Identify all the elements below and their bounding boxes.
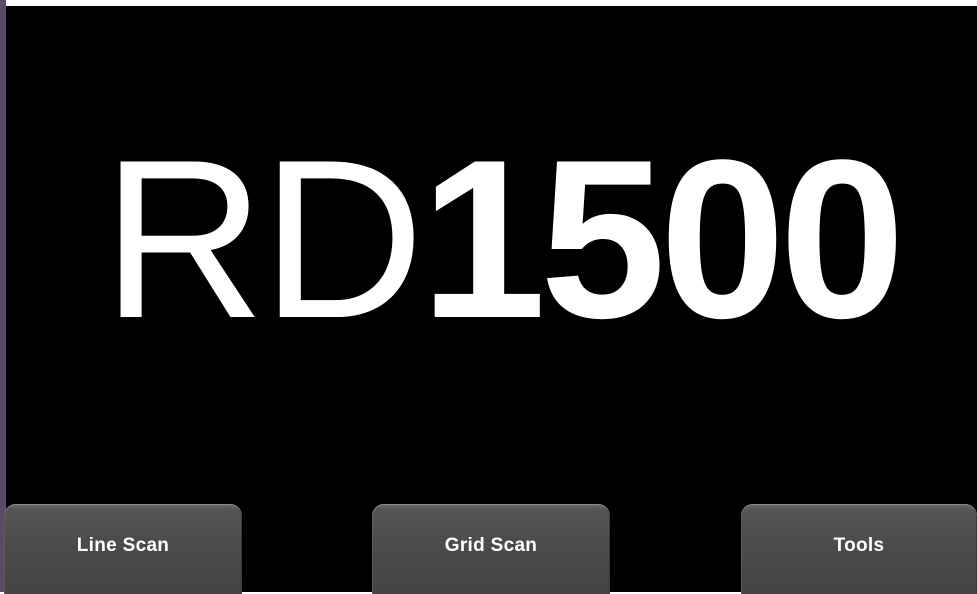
logo-prefix: RD	[102, 112, 424, 365]
grid-scan-button[interactable]: Grid Scan	[372, 504, 610, 594]
product-logo: RD1500	[102, 126, 905, 352]
tools-button[interactable]: Tools	[741, 504, 977, 594]
grid-scan-label: Grid Scan	[444, 535, 538, 556]
logo-model: 1500	[420, 112, 905, 365]
line-scan-button[interactable]: Line Scan	[4, 504, 242, 594]
line-scan-label: Line Scan	[76, 535, 170, 556]
tools-label: Tools	[833, 535, 885, 556]
